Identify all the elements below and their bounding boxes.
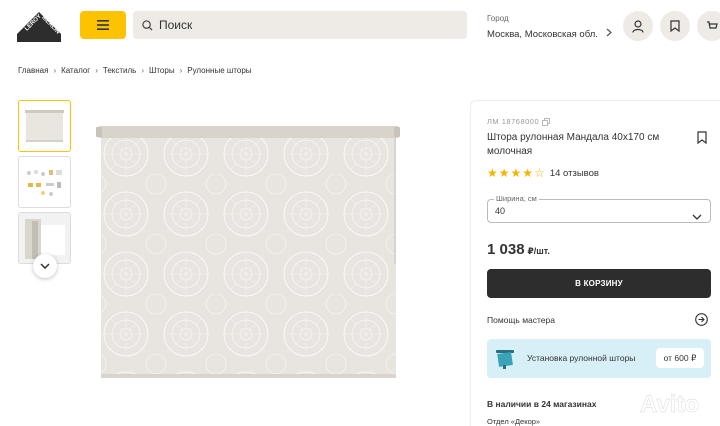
breadcrumb-item[interactable]: Главная	[18, 66, 48, 75]
product-sku: ЛМ 18768000	[487, 117, 540, 126]
chevron-right-icon: ›	[179, 66, 183, 75]
roller-blind-thumbnail-image	[25, 110, 64, 142]
bookmark-icon	[697, 131, 707, 145]
product-rating: ★ ★ ★ ★ ☆ 14 отзывов	[487, 167, 599, 179]
stock-availability-link[interactable]: В наличии в 24 магазинах	[487, 399, 596, 409]
leroy-merlin-logo[interactable]: LEROY MERLIN	[17, 12, 61, 42]
mounting-parts-thumbnail-image	[27, 170, 62, 196]
star-filled-icon: ★	[510, 166, 522, 180]
add-to-favorites-button[interactable]	[697, 131, 707, 149]
copy-icon[interactable]	[542, 117, 551, 126]
thumbnails-scroll-down-button[interactable]	[33, 254, 57, 278]
product-title: Штора рулонная Мандала 40х170 см молочна…	[487, 132, 660, 157]
gallery-thumbnail-1[interactable]	[18, 100, 71, 152]
menu-button[interactable]	[80, 11, 126, 39]
department-label: Отдел «Декор»	[487, 417, 541, 426]
cart-icon	[707, 21, 718, 29]
width-select[interactable]: Ширина, см 40	[487, 194, 711, 225]
product-panel: ЛМ 18768000 Штора рулонная Мандала 40х17…	[470, 100, 720, 426]
star-filled-icon: ★	[522, 166, 534, 180]
search-input[interactable]: Поиск	[133, 11, 467, 39]
price-unit: ₽/шт.	[527, 246, 550, 256]
chevron-down-icon	[40, 263, 50, 269]
installation-label: Установка рулонной шторы	[527, 353, 636, 363]
chevron-right-icon: ›	[95, 66, 98, 75]
chevron-right-icon: ›	[141, 66, 145, 75]
gallery-thumbnail-2[interactable]	[18, 156, 71, 208]
star-filled-icon: ★	[498, 166, 510, 180]
breadcrumb-item[interactable]: Текстиль	[103, 66, 136, 75]
chevron-right-icon: ›	[53, 66, 57, 75]
user-icon	[632, 19, 644, 33]
breadcrumb-item[interactable]: Рулонные шторы	[187, 66, 251, 75]
add-to-cart-button[interactable]: В КОРЗИНУ	[487, 269, 711, 298]
product-main-image[interactable]	[96, 124, 401, 380]
star-empty-icon: ☆	[534, 166, 545, 180]
breadcrumb-item[interactable]: Каталог	[61, 66, 90, 75]
chevron-down-icon	[692, 207, 702, 225]
favorites-button[interactable]	[660, 11, 690, 41]
price-value: 1 038	[487, 241, 525, 258]
master-help-link[interactable]: Помощь мастера	[487, 315, 555, 325]
product-price: 1 038 ₽/шт.	[487, 241, 550, 258]
chevron-right-icon	[606, 28, 612, 40]
breadcrumb: Главная › Каталог › Текстиль › Шторы › Р…	[18, 66, 252, 75]
installation-price: от 600 ₽	[656, 348, 704, 368]
star-filled-icon: ★	[487, 166, 498, 180]
width-select-value: 40	[495, 206, 506, 216]
city-selector[interactable]: Город Москва, Московская обл.	[487, 14, 612, 40]
width-select-label: Ширина, см	[494, 194, 539, 203]
search-icon	[142, 19, 153, 31]
cart-button[interactable]	[697, 11, 720, 41]
city-value: Москва, Московская обл.	[487, 28, 598, 40]
installation-service-banner[interactable]: Установка рулонной шторы от 600 ₽	[487, 339, 711, 378]
roller-blind-icon	[494, 347, 518, 376]
arrow-right-circle-icon[interactable]	[695, 313, 708, 331]
hamburger-icon	[97, 20, 109, 30]
header: LEROY MERLIN Поиск Город Москва, Московс…	[0, 0, 720, 52]
search-placeholder: Поиск	[159, 18, 193, 32]
reviews-link[interactable]: 14 отзывов	[550, 168, 599, 179]
breadcrumb-item[interactable]: Шторы	[149, 66, 175, 75]
city-label: Город	[487, 14, 509, 23]
profile-button[interactable]	[623, 11, 653, 41]
bookmark-icon	[670, 20, 680, 32]
